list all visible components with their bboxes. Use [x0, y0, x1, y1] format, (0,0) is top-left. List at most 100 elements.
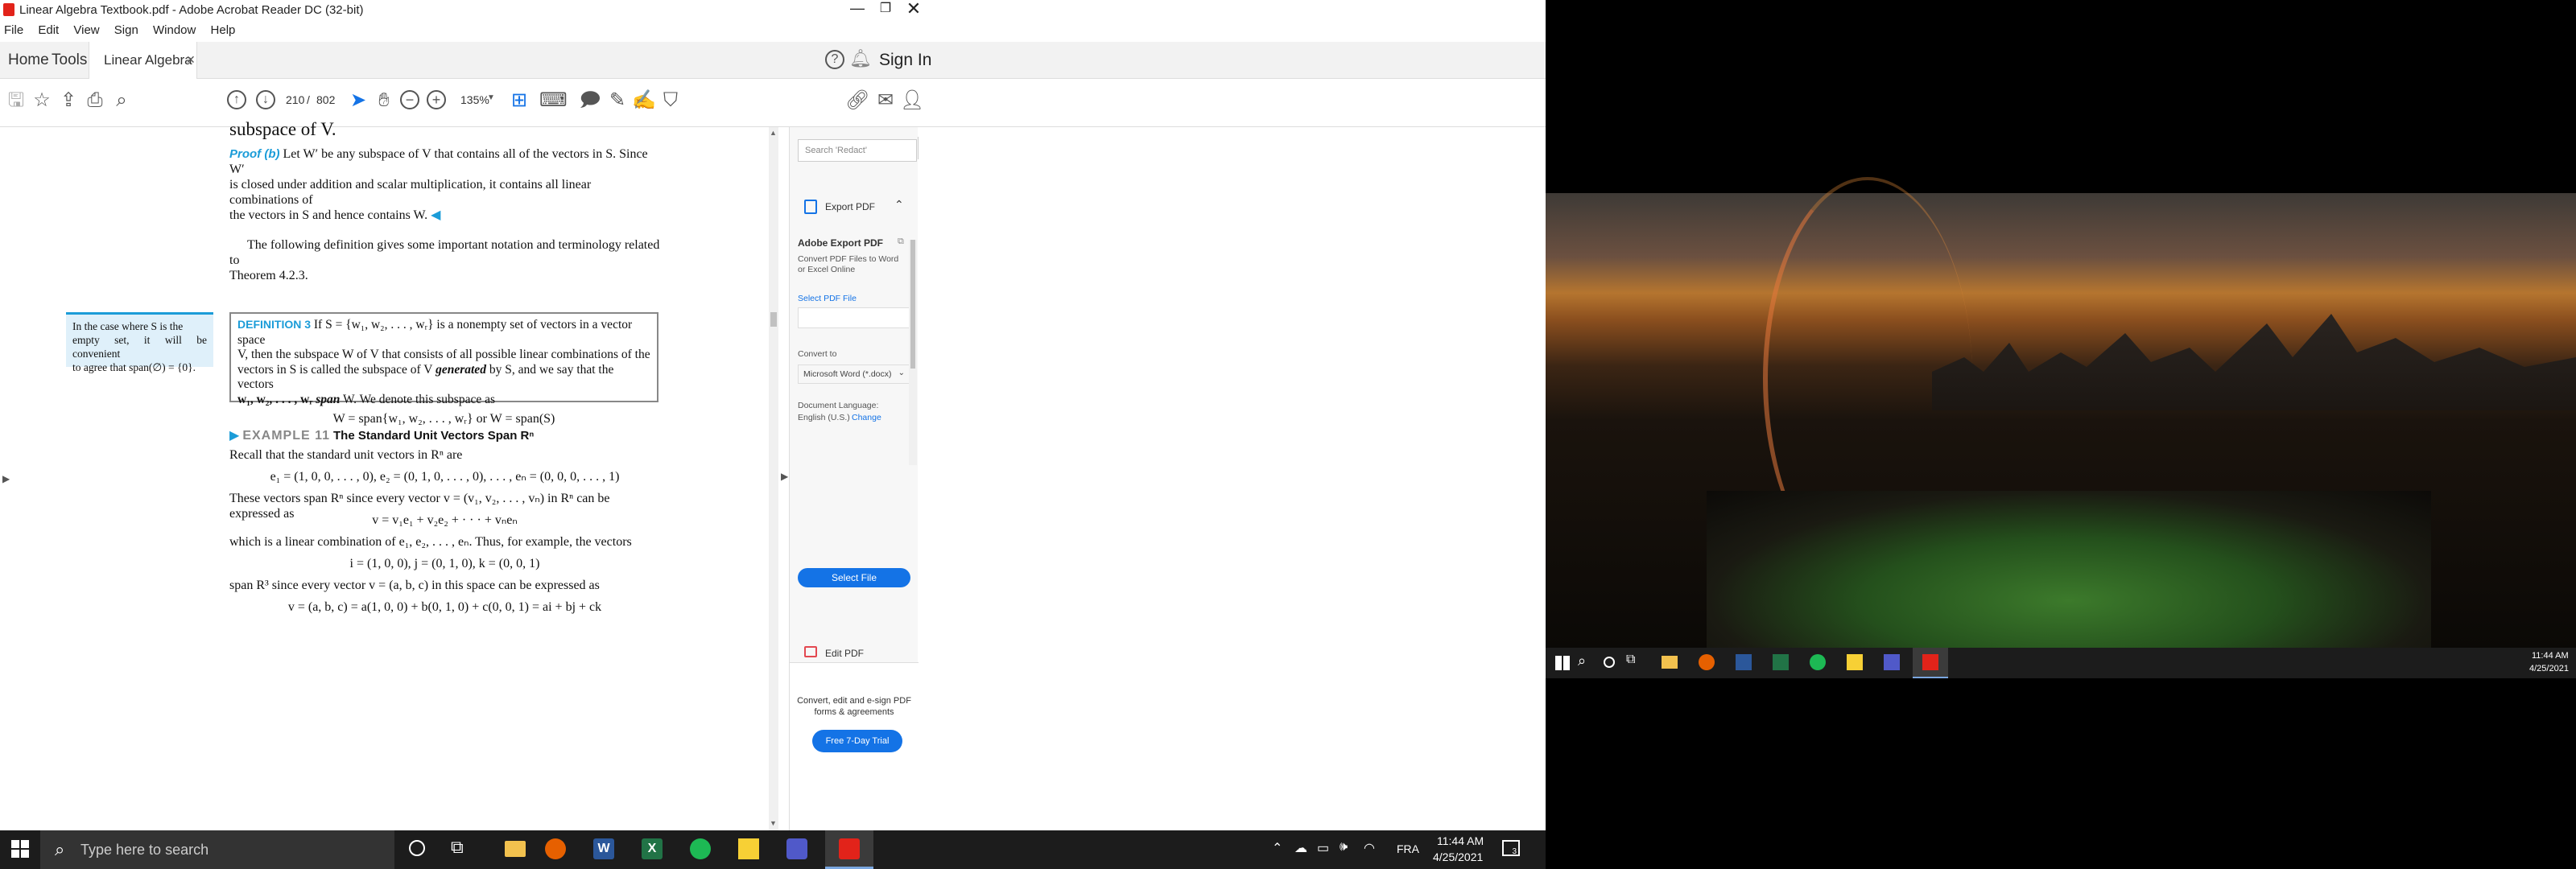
input-language[interactable]: FRA — [1397, 842, 1419, 855]
add-user-icon[interactable]: 👤︎ — [900, 89, 924, 113]
clock-date[interactable]: 4/25/2021 — [2529, 664, 2569, 673]
scroll-up-icon[interactable]: ▲ — [770, 129, 777, 137]
document-view[interactable]: ▶ subspace of V. Proof (b) Let W′ be any… — [0, 119, 777, 830]
volume-icon[interactable]: 🕪︎ — [1340, 840, 1348, 855]
show-hidden-icons-icon[interactable]: ⌃ — [1272, 840, 1282, 856]
page-number-input[interactable]: 210 — [286, 93, 304, 106]
menu-view[interactable]: View — [73, 23, 99, 37]
tools-pane-scrollbar[interactable] — [909, 240, 917, 465]
share-link-icon[interactable]: 🔗︎ — [845, 89, 869, 113]
clock-date[interactable]: 4/25/2021 — [1433, 850, 1483, 863]
zoom-in-icon[interactable]: + — [427, 90, 446, 109]
zoom-out-icon[interactable]: − — [400, 90, 419, 109]
document-scrollbar[interactable]: ▲ ▼ — [769, 127, 778, 830]
excel-icon[interactable] — [1773, 654, 1789, 670]
free-trial-button[interactable]: Free 7-Day Trial — [812, 730, 902, 752]
sign-icon[interactable]: ✍ — [632, 89, 656, 113]
save-icon[interactable]: 🖫 — [4, 89, 28, 113]
menu-help[interactable]: Help — [211, 23, 236, 37]
page-layout-icon[interactable]: ⊞ — [507, 89, 531, 113]
change-language-link[interactable]: Change — [852, 413, 881, 422]
clock-time[interactable]: 11:44 AM — [2532, 651, 2569, 661]
minimize-button[interactable]: — — [845, 0, 869, 17]
tab-tools[interactable]: Tools — [52, 42, 87, 79]
menu-file[interactable]: File — [4, 23, 23, 37]
tab-home[interactable]: Home — [8, 42, 49, 79]
scroll-thumb[interactable] — [770, 312, 777, 327]
menu-edit[interactable]: Edit — [38, 23, 59, 37]
firefox-icon[interactable] — [1699, 654, 1715, 670]
file-explorer-icon[interactable] — [505, 841, 526, 857]
stamp-icon[interactable]: ⛉ — [658, 89, 683, 113]
collapse-chevron-icon[interactable]: ⌃ — [894, 198, 904, 212]
upload-icon[interactable]: ⇪ — [56, 89, 80, 113]
hand-tool-icon[interactable]: ✋︎ — [372, 89, 396, 113]
menu-window[interactable]: Window — [153, 23, 196, 37]
spotify-icon[interactable] — [1810, 654, 1826, 670]
scroll-thumb[interactable] — [910, 240, 915, 369]
cortana-icon[interactable] — [1604, 657, 1615, 668]
restore-button[interactable]: ❐ — [873, 0, 898, 16]
zoom-dropdown-icon[interactable]: ▼ — [487, 93, 495, 102]
taskbar-search-box[interactable]: ⌕ Type here to search — [40, 830, 394, 869]
acrobat-taskbar-icon[interactable] — [825, 830, 873, 869]
sticky-notes-icon[interactable] — [1847, 654, 1863, 670]
selected-file-field[interactable] — [798, 307, 910, 328]
highlight-pen-icon[interactable]: ✎ — [605, 89, 630, 113]
notification-icon[interactable]: 3 — [1502, 840, 1520, 856]
bell-icon[interactable]: 🔔︎ — [849, 48, 872, 69]
teams-icon[interactable] — [1884, 654, 1900, 670]
clock-time[interactable]: 11:44 AM — [1437, 834, 1484, 847]
left-pane-toggle-icon[interactable]: ▶ — [2, 473, 10, 484]
battery-icon[interactable]: ▭ — [1317, 840, 1329, 856]
firefox-icon[interactable] — [545, 838, 566, 859]
close-tab-icon[interactable]: ✕ — [186, 53, 196, 67]
redact-search-input[interactable]: Search 'Redact' — [798, 139, 917, 162]
start-button[interactable] — [11, 840, 29, 858]
cortana-icon[interactable] — [409, 840, 425, 856]
select-file-label: Select File — [831, 572, 877, 583]
task-view-icon[interactable]: ⧉ — [451, 837, 464, 858]
next-page-icon[interactable]: ↓ — [256, 90, 275, 109]
comment-icon[interactable]: 🗩 — [578, 89, 602, 113]
select-cursor-icon[interactable]: ➤ — [346, 89, 370, 113]
select-pdf-link[interactable]: Select PDF File — [798, 294, 857, 303]
sign-in-button[interactable]: Sign In — [879, 42, 931, 79]
acrobat-taskbar-icon[interactable] — [1913, 648, 1948, 678]
menu-sign[interactable]: Sign — [114, 23, 138, 37]
tab-document[interactable]: Linear Algebra Text... ✕ — [89, 42, 197, 105]
sticky-notes-icon[interactable] — [738, 838, 759, 859]
close-window-button[interactable]: ✕ — [902, 0, 926, 19]
city-skyline-image — [1932, 314, 2576, 410]
spotify-icon[interactable] — [690, 838, 711, 859]
scroll-down-icon[interactable]: ▼ — [770, 819, 777, 827]
notification-count: 3 — [1512, 847, 1517, 856]
teams-icon[interactable] — [786, 838, 807, 859]
select-file-button[interactable]: Select File — [798, 568, 910, 587]
prev-page-icon[interactable]: ↑ — [227, 90, 246, 109]
export-pdf-icon — [804, 200, 817, 214]
excel-icon[interactable]: X — [642, 838, 663, 859]
word-icon[interactable]: W — [593, 838, 614, 859]
search-icon[interactable]: ⌕ — [109, 89, 134, 113]
print-icon[interactable]: ⎙ — [83, 89, 107, 113]
word-icon[interactable] — [1736, 654, 1752, 670]
start-button[interactable] — [1555, 656, 1570, 670]
right-pane-toggle-icon[interactable]: ▶ — [781, 471, 788, 482]
wifi-icon[interactable]: ◠ — [1364, 840, 1375, 856]
zoom-select[interactable]: 135% — [460, 93, 489, 106]
onedrive-icon[interactable]: ☁ — [1294, 840, 1307, 856]
page-total: 802 — [316, 93, 336, 106]
search-icon[interactable]: ⌕ — [1578, 653, 1586, 669]
task-view-icon[interactable]: ⧉ — [1626, 653, 1635, 667]
export-pdf-title[interactable]: Export PDF — [825, 201, 875, 212]
star-icon[interactable]: ☆ — [30, 89, 54, 113]
help-icon[interactable]: ? — [825, 50, 844, 69]
email-icon[interactable]: ✉ — [873, 89, 898, 113]
format-dropdown[interactable]: Microsoft Word (*.docx) ⌄ — [798, 364, 910, 384]
keyboard-icon[interactable]: ⌨ — [539, 89, 568, 113]
copy-icon[interactable]: ⧉ — [898, 237, 904, 247]
proof-text: the vectors in S and hence contains W. — [229, 208, 428, 222]
edit-pdf-title[interactable]: Edit PDF — [825, 648, 864, 659]
file-explorer-icon[interactable] — [1662, 656, 1678, 669]
